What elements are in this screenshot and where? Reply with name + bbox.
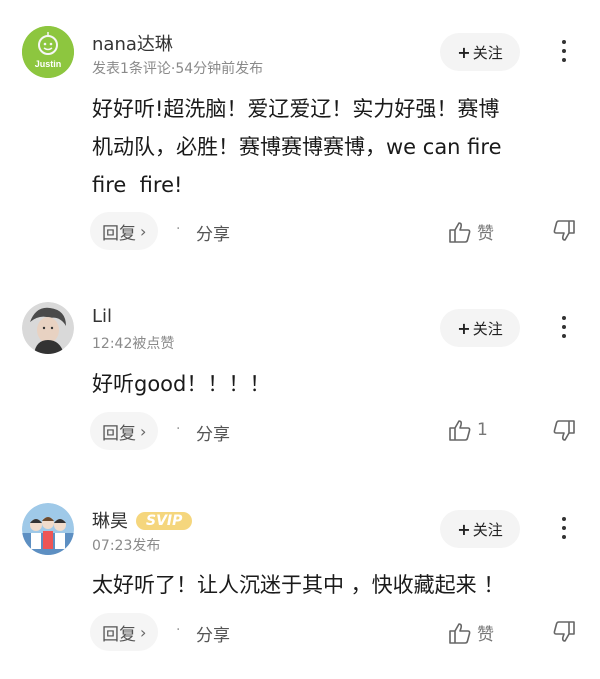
avatar[interactable] bbox=[22, 503, 74, 555]
svip-badge: SVIP bbox=[136, 512, 193, 530]
separator-dot: · bbox=[176, 622, 181, 638]
like-button[interactable]: 赞 bbox=[448, 620, 494, 645]
more-vertical-icon[interactable] bbox=[556, 513, 572, 543]
reply-button[interactable]: 回复 › bbox=[90, 613, 159, 651]
reply-label: 回复 bbox=[102, 624, 136, 645]
plus-icon: + bbox=[457, 519, 471, 539]
comment-item: 琳昊 SVIP 07:23发布 + 关注 太好听了！让人沉迷于其中 ，快收藏起来 … bbox=[0, 0, 600, 679]
comment-meta: 07:23发布 bbox=[92, 538, 161, 554]
username[interactable]: 琳昊 bbox=[92, 511, 128, 532]
follow-label: 关注 bbox=[472, 520, 503, 539]
thumbs-up-icon bbox=[449, 622, 471, 644]
like-label: 赞 bbox=[477, 625, 494, 645]
dislike-button[interactable] bbox=[552, 621, 576, 647]
thumbs-down-icon bbox=[553, 621, 575, 642]
username-row: 琳昊 SVIP bbox=[92, 507, 193, 533]
chevron-right-icon: › bbox=[140, 622, 147, 642]
comment-text: 太好听了！让人沉迷于其中 ，快收藏起来 ！ bbox=[92, 573, 505, 597]
follow-button[interactable]: + 关注 bbox=[440, 510, 520, 548]
share-button[interactable]: 分享 bbox=[196, 621, 230, 646]
